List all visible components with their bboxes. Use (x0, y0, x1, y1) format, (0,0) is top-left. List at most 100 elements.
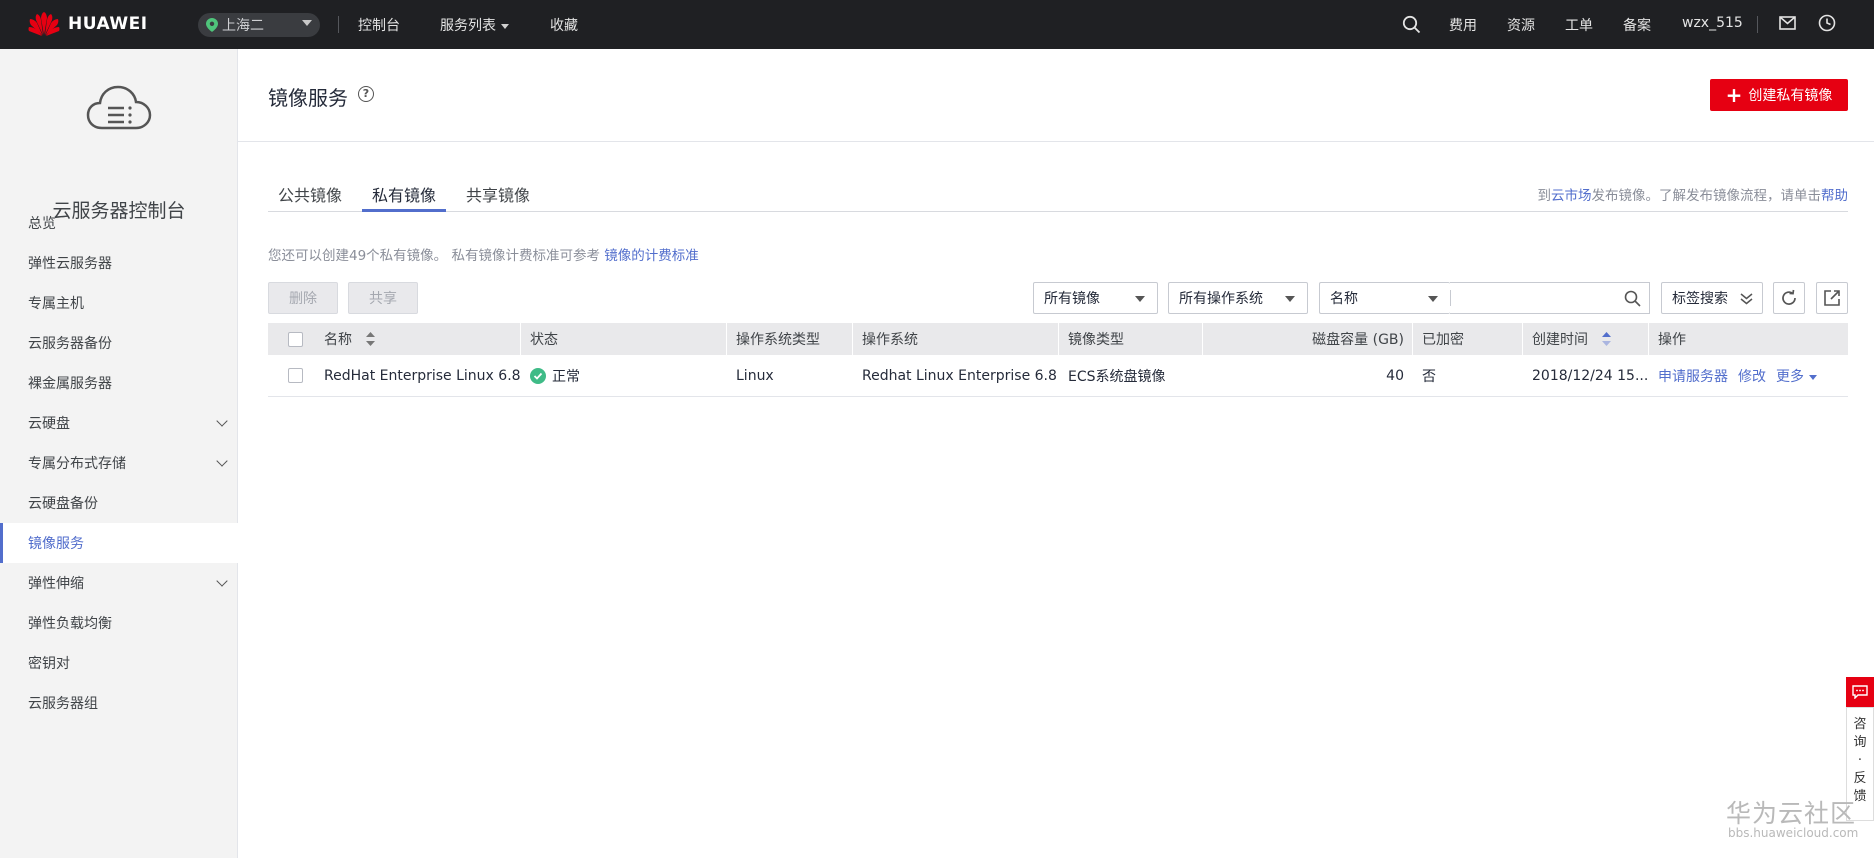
huawei-petal-icon (28, 12, 60, 36)
sidebar-item-key-pair[interactable]: 密钥对 (0, 643, 238, 683)
location-pin-icon (206, 18, 218, 32)
search-icon[interactable] (1402, 15, 1421, 34)
nav-icp-filing[interactable]: 备案 (1623, 15, 1651, 35)
region-selector[interactable]: 上海二 (198, 13, 320, 37)
double-chevron-down-icon (1740, 293, 1753, 305)
huawei-logo[interactable]: HUAWEI (28, 12, 148, 36)
sidebar-item-label: 云服务器备份 (28, 336, 112, 352)
sidebar-item-dss[interactable]: 专属分布式存储 (0, 443, 238, 483)
hint-prefix: 到 (1537, 188, 1552, 204)
chevron-down-icon (302, 20, 312, 26)
consult-char: 反 (1853, 771, 1867, 786)
billing-standard-link[interactable]: 镜像的计费标准 (604, 248, 699, 264)
nav-service-list-label: 服务列表 (440, 18, 496, 34)
export-icon (1824, 290, 1840, 306)
nav-console[interactable]: 控制台 (358, 15, 400, 35)
tab-private-images[interactable]: 私有镜像 (362, 176, 447, 212)
publish-hint: 到云市场发布镜像。了解发布镜像流程，请单击帮助 (1538, 184, 1849, 204)
sidebar-item-label: 总览 (28, 216, 56, 232)
sidebar-item-evs[interactable]: 云硬盘 (0, 403, 238, 443)
apply-server-link[interactable]: 申请服务器 (1658, 366, 1728, 386)
col-name[interactable]: 名称 (314, 323, 375, 355)
consult-char: 咨 (1853, 717, 1867, 732)
sidebar-item-label: 云硬盘 (28, 416, 70, 432)
search-field-select[interactable]: 名称 (1319, 282, 1450, 314)
help-icon[interactable]: ? (358, 86, 374, 102)
sidebar-item-bare-metal[interactable]: 裸金属服务器 (0, 363, 238, 403)
col-name-label: 名称 (324, 332, 352, 348)
sidebar-item-server-backup[interactable]: 云服务器备份 (0, 323, 238, 363)
clock-icon[interactable] (1818, 14, 1836, 32)
nav-billing[interactable]: 费用 (1449, 15, 1477, 35)
nav-service-list[interactable]: 服务列表 (440, 15, 509, 35)
cloud-server-icon (86, 85, 152, 130)
image-tabs: 公共镜像 私有镜像 共享镜像 到云市场发布镜像。了解发布镜像流程，请单击帮助 (268, 176, 1848, 212)
brand-name: HUAWEI (68, 14, 148, 34)
sidebar-item-ecs[interactable]: 弹性云服务器 (0, 243, 238, 283)
sidebar-item-label: 弹性负载均衡 (28, 616, 112, 632)
os-filter-select[interactable]: 所有操作系统 (1168, 282, 1308, 314)
status-text: 正常 (552, 369, 580, 385)
modify-link[interactable]: 修改 (1738, 366, 1766, 386)
share-button[interactable]: 共享 (348, 282, 418, 314)
sidebar-item-dedicated-host[interactable]: 专属主机 (0, 283, 238, 323)
mail-icon[interactable] (1779, 16, 1796, 30)
image-name-link[interactable]: RedHat Enterprise Linux 6.8 (314, 355, 520, 397)
sidebar-item-overview[interactable]: 总览 (0, 203, 238, 243)
os-cell: Redhat Linux Enterprise 6.8 ... (862, 368, 1058, 384)
export-button[interactable] (1816, 282, 1848, 314)
image-filter-value: 所有镜像 (1044, 291, 1100, 307)
marketplace-link[interactable]: 云市场 (1551, 188, 1592, 204)
image-status: 正常 (520, 355, 726, 397)
sidebar-item-auto-scaling[interactable]: 弹性伸缩 (0, 563, 238, 603)
tab-shared-images[interactable]: 共享镜像 (456, 176, 540, 212)
nav-divider (1757, 16, 1758, 33)
nav-resources[interactable]: 资源 (1507, 15, 1535, 35)
tag-search-label: 标签搜索 (1672, 291, 1728, 307)
select-all-checkbox[interactable] (288, 332, 303, 347)
caret-down-icon (1428, 296, 1438, 302)
help-link[interactable]: 帮助 (1821, 188, 1848, 204)
page-header (238, 49, 1874, 142)
region-label: 上海二 (222, 18, 264, 34)
row-checkbox[interactable] (288, 368, 303, 383)
caret-down-icon (501, 23, 509, 29)
col-os: 操作系统 (862, 332, 918, 348)
refresh-button[interactable] (1773, 282, 1805, 314)
disk-capacity-cell: 40 (1386, 368, 1404, 384)
image-filter-select[interactable]: 所有镜像 (1033, 282, 1158, 314)
col-created-time[interactable]: 创建时间 (1522, 323, 1611, 355)
sidebar-item-label: 密钥对 (28, 656, 70, 672)
caret-down-icon (1285, 296, 1295, 302)
sidebar-item-label: 裸金属服务器 (28, 376, 112, 392)
search-field-value: 名称 (1330, 291, 1358, 307)
col-encrypted: 已加密 (1422, 332, 1464, 348)
encrypted-cell: 否 (1422, 369, 1436, 385)
more-dropdown[interactable]: 更多 (1776, 366, 1817, 386)
delete-button[interactable]: 删除 (268, 282, 338, 314)
consult-char: · (1857, 753, 1863, 768)
user-account-menu[interactable]: wzx_515 (1682, 15, 1743, 31)
created-time-cell: 2018/12/24 15... (1532, 368, 1648, 384)
sidebar-item-image-service[interactable]: 镜像服务 (0, 523, 238, 563)
nav-favorites[interactable]: 收藏 (550, 15, 578, 35)
sidebar-item-label: 弹性云服务器 (28, 256, 112, 272)
table-header: 名称 状态 操作系统类型 操作系统 镜像类型 磁盘容量 (GB) 已加密 创建时… (268, 323, 1848, 355)
os-filter-value: 所有操作系统 (1179, 291, 1263, 307)
consult-char: 询 (1853, 735, 1867, 750)
table-row: RedHat Enterprise Linux 6.8 正常 Linux Red… (268, 355, 1848, 397)
quota-text: 您还可以创建49个私有镜像。 私有镜像计费标准可参考 (268, 248, 605, 264)
nav-tickets[interactable]: 工单 (1565, 15, 1593, 35)
create-private-image-button[interactable]: + 创建私有镜像 (1710, 79, 1848, 111)
sort-desc-icon (1602, 332, 1611, 346)
col-image-type: 镜像类型 (1068, 332, 1124, 348)
hint-middle: 发布镜像。了解发布镜像流程，请单击 (1591, 188, 1822, 204)
search-icon[interactable] (1624, 290, 1641, 307)
sidebar-item-server-group[interactable]: 云服务器组 (0, 683, 238, 723)
search-input[interactable] (1450, 282, 1650, 314)
sidebar-item-elb[interactable]: 弹性负载均衡 (0, 603, 238, 643)
sidebar-item-disk-backup[interactable]: 云硬盘备份 (0, 483, 238, 523)
tag-search-button[interactable]: 标签搜索 (1661, 282, 1763, 314)
tab-public-images[interactable]: 公共镜像 (268, 176, 352, 212)
quota-info: 您还可以创建49个私有镜像。 私有镜像计费标准可参考 镜像的计费标准 (268, 244, 699, 264)
